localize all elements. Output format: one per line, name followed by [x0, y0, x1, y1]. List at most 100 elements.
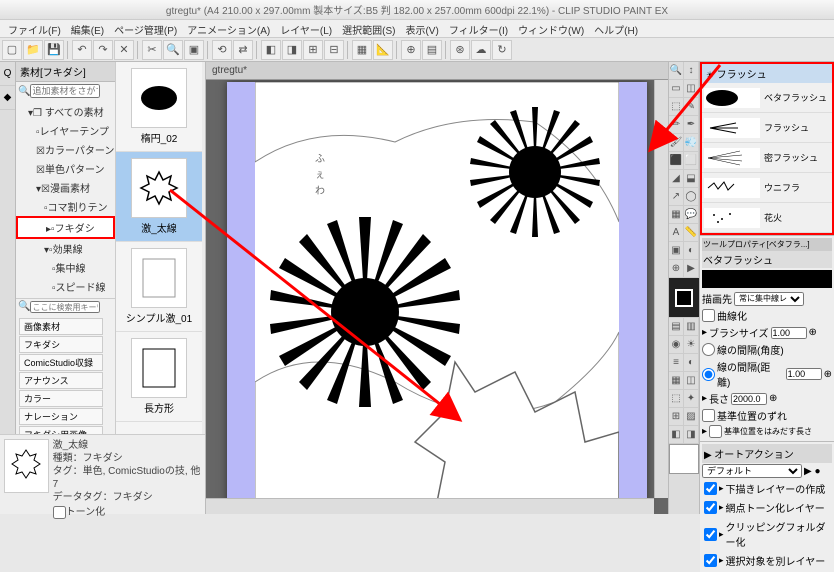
- document-tab[interactable]: gtregtu*: [206, 62, 668, 80]
- brush-item[interactable]: 密フラッシュ: [702, 143, 832, 173]
- rotate-icon[interactable]: ⟲: [212, 40, 232, 60]
- subtool-icon[interactable]: ◐: [684, 354, 699, 372]
- tree-item-fukidashi[interactable]: ▸▫フキダシ: [16, 216, 115, 239]
- action-item[interactable]: ▸クリッピングフォルダー化: [702, 517, 832, 551]
- open-icon[interactable]: 📁: [23, 40, 43, 60]
- tool-icon[interactable]: ✏: [669, 116, 684, 134]
- tool-icon[interactable]: ✒: [684, 116, 699, 134]
- length-input[interactable]: [731, 393, 767, 405]
- subtool-icon[interactable]: ⊞: [669, 408, 684, 426]
- tree-item[interactable]: ▾❒ すべての素材: [16, 102, 115, 121]
- tool-a-icon[interactable]: ◧: [261, 40, 281, 60]
- tag-button[interactable]: アナウンス: [19, 372, 103, 389]
- canvas-viewport[interactable]: ふ ぇ わ: [206, 80, 668, 514]
- tone-checkbox[interactable]: トーン化: [53, 506, 201, 519]
- subtool-icon[interactable]: ◧: [669, 426, 684, 444]
- subtool-icon[interactable]: ▤: [669, 318, 684, 336]
- tool-icon[interactable]: ⬚: [669, 98, 684, 116]
- menu-edit[interactable]: 編集(E): [67, 20, 108, 37]
- tool-icon[interactable]: 💬: [684, 206, 699, 224]
- tag-button[interactable]: フキダシ: [19, 336, 103, 353]
- tool-icon[interactable]: ◐: [684, 242, 699, 260]
- sync-icon[interactable]: ↻: [492, 40, 512, 60]
- brush-item[interactable]: ベタフラッシュ: [702, 83, 832, 113]
- brush-item[interactable]: ウニフラ: [702, 173, 832, 203]
- qa-icon[interactable]: Q: [0, 62, 15, 86]
- tool-icon[interactable]: ◯: [684, 188, 699, 206]
- curve-checkbox[interactable]: [702, 309, 715, 322]
- undo-icon[interactable]: ↶: [72, 40, 92, 60]
- cloud-icon[interactable]: ☁: [471, 40, 491, 60]
- tag-button[interactable]: ナレーション: [19, 408, 103, 425]
- snap-icon[interactable]: ⊕: [401, 40, 421, 60]
- align-icon[interactable]: ▤: [422, 40, 442, 60]
- action-item[interactable]: ▸網点トーン化レイヤー: [702, 498, 832, 517]
- tool-c-icon[interactable]: ⊞: [303, 40, 323, 60]
- tree-item[interactable]: ▫集中線: [16, 258, 115, 277]
- subtool-icon[interactable]: ▨: [684, 408, 699, 426]
- assist-icon[interactable]: ⊛: [450, 40, 470, 60]
- material-item[interactable]: 楕円_02: [116, 62, 202, 152]
- tree-item[interactable]: ▾☒漫画素材: [16, 178, 115, 197]
- gap-angle-radio[interactable]: [702, 343, 715, 356]
- subtool-icon[interactable]: ✦: [684, 390, 699, 408]
- tool-icon[interactable]: 📏: [684, 224, 699, 242]
- tree-item[interactable]: ▫スピード線: [16, 277, 115, 296]
- color-swatch[interactable]: [669, 278, 699, 318]
- actionset-select[interactable]: デフォルト: [702, 464, 802, 478]
- tag-button[interactable]: 画像素材: [19, 318, 103, 335]
- tool-icon[interactable]: ◢: [669, 170, 684, 188]
- menu-window[interactable]: ウィンドウ(W): [514, 20, 588, 37]
- qa-icon[interactable]: ◆: [0, 86, 15, 110]
- zoom-icon[interactable]: 🔍: [163, 40, 183, 60]
- material-item[interactable]: シンプル激_01: [116, 242, 202, 332]
- subtool-icon[interactable]: ▥: [684, 318, 699, 336]
- tag-button[interactable]: フキダシ用画像: [19, 426, 103, 434]
- new-icon[interactable]: ▢: [2, 40, 22, 60]
- tool-icon[interactable]: 💨: [684, 134, 699, 152]
- tree-item[interactable]: ▫レイヤーテンプ: [16, 121, 115, 140]
- tool-icon[interactable]: ⬓: [684, 170, 699, 188]
- tree-item[interactable]: ▫コマ割りテン: [16, 197, 115, 216]
- gap-input[interactable]: [786, 368, 822, 380]
- tool-icon[interactable]: ↕: [684, 62, 699, 80]
- tag-button[interactable]: ComicStudio収録: [19, 354, 103, 371]
- tool-b-icon[interactable]: ◨: [282, 40, 302, 60]
- ruler-icon[interactable]: 📐: [373, 40, 393, 60]
- basebulge-checkbox[interactable]: [709, 425, 722, 438]
- subtool-icon[interactable]: ☀: [684, 336, 699, 354]
- subtool-tab[interactable]: ☀ フラッシュ: [702, 64, 832, 83]
- menu-file[interactable]: ファイル(F): [4, 20, 65, 37]
- menu-page[interactable]: ページ管理(P): [110, 20, 181, 37]
- subtool-icon[interactable]: ◉: [669, 336, 684, 354]
- redo-icon[interactable]: ↷: [93, 40, 113, 60]
- tool-icon[interactable]: 🖌: [669, 134, 684, 152]
- keyword-input[interactable]: [30, 301, 100, 313]
- cut-icon[interactable]: ✂: [142, 40, 162, 60]
- tool-icon[interactable]: ⬛: [669, 152, 684, 170]
- tool-icon[interactable]: ▣: [669, 242, 684, 260]
- material-item-selected[interactable]: 激_太線: [116, 152, 202, 242]
- subtool-icon[interactable]: ≡: [669, 354, 684, 372]
- tool-icon[interactable]: A: [669, 224, 684, 242]
- tool-icon[interactable]: ⊕: [669, 260, 684, 278]
- grid-icon[interactable]: ▦: [352, 40, 372, 60]
- save-icon[interactable]: 💾: [44, 40, 64, 60]
- dest-select[interactable]: 常に集中線レイヤーを: [734, 292, 804, 306]
- flip-icon[interactable]: ⇄: [233, 40, 253, 60]
- tool-icon[interactable]: ▦: [669, 206, 684, 224]
- baseshift-checkbox[interactable]: [702, 409, 715, 422]
- menu-layer[interactable]: レイヤー(L): [276, 20, 336, 37]
- action-item[interactable]: ▸選択対象を別レイヤー: [702, 551, 832, 570]
- brushsize-input[interactable]: [771, 327, 807, 339]
- brush-item[interactable]: 花火: [702, 203, 832, 233]
- tool-icon[interactable]: 🔍: [669, 62, 684, 80]
- material-item[interactable]: 長方形: [116, 332, 202, 422]
- tool-icon[interactable]: ▶: [684, 260, 699, 278]
- menu-filter[interactable]: フィルター(I): [445, 20, 512, 37]
- subtool-icon[interactable]: ◨: [684, 426, 699, 444]
- subtool-icon[interactable]: ◫: [684, 372, 699, 390]
- material-search-input[interactable]: [30, 84, 100, 98]
- fit-icon[interactable]: ▣: [184, 40, 204, 60]
- tag-button[interactable]: カラー: [19, 390, 103, 407]
